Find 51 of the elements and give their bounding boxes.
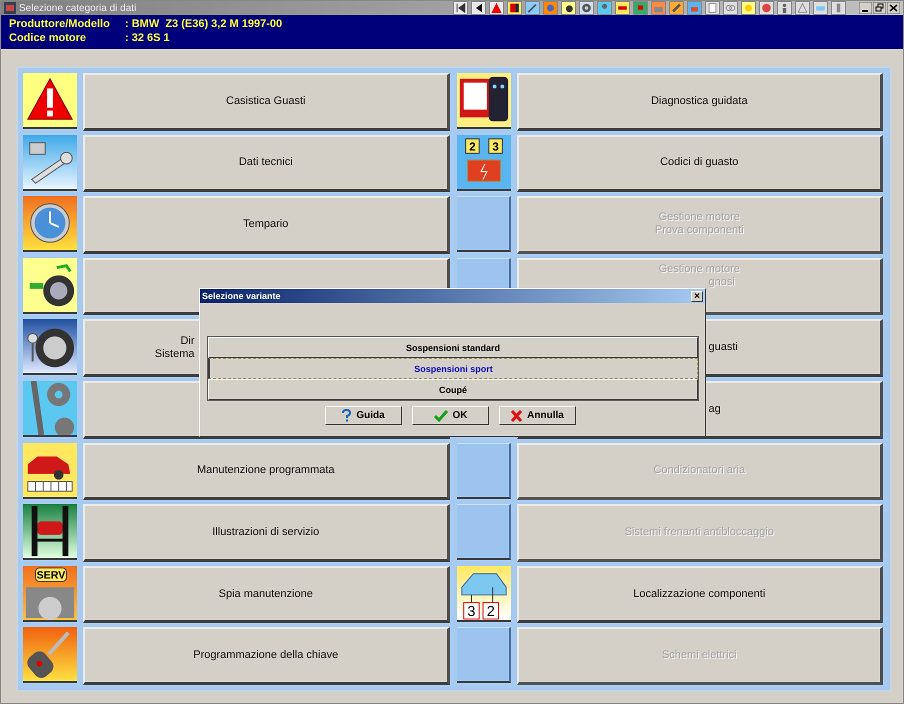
header-value: : BMW Z3 (E36) 3,2 M 1997-00 [125, 17, 282, 31]
help-button[interactable]: Guida [325, 406, 402, 425]
window-title: Selezione categoria di dati [19, 2, 136, 14]
icon-label: SERV [36, 569, 66, 582]
triangle-icon[interactable] [795, 1, 810, 15]
icon-label: 3 [492, 141, 498, 154]
wheel-icon [23, 319, 77, 376]
header-label: Produttore/Modello [9, 17, 111, 31]
variant-option[interactable]: Sospensioni sport [208, 358, 698, 379]
icon-label: 2 [486, 604, 494, 620]
cross-icon [511, 410, 522, 422]
restore-icon[interactable] [873, 2, 886, 14]
watch-icon [23, 196, 77, 252]
category-button[interactable]: Spia manutenzione [83, 566, 450, 624]
dialog-title: Selezione variante [202, 291, 281, 301]
wrench-icon[interactable] [525, 1, 540, 15]
cancel-button[interactable]: Annulla [499, 406, 576, 425]
icon-label: 2 [468, 141, 476, 154]
category-button[interactable]: Illustrazioni di servizio [83, 504, 450, 562]
category-button[interactable]: Codici di guasto [516, 134, 883, 192]
empty-tile [456, 196, 510, 252]
skip-back-icon[interactable] [453, 1, 468, 15]
variant-option[interactable]: Coupé [208, 379, 698, 400]
wheel-icon[interactable] [579, 1, 594, 15]
category-button[interactable]: Casistica Guasti [83, 73, 450, 131]
document-icon[interactable] [705, 1, 720, 15]
back-icon[interactable] [471, 1, 486, 15]
category-button[interactable]: Localizzazione componenti [516, 566, 883, 624]
empty-tile [456, 504, 510, 560]
close-button[interactable]: × [691, 290, 703, 302]
warning-icon [23, 73, 77, 129]
category-button[interactable]: Dati tecnici [83, 134, 450, 192]
warning-icon[interactable] [489, 1, 504, 15]
header-value: : 32 6S 1 [125, 31, 170, 45]
variant-option[interactable]: Sospensioni standard [208, 337, 698, 358]
wrench-icon [23, 134, 77, 191]
check-icon [434, 410, 448, 422]
category-button[interactable]: Tempario [83, 196, 450, 254]
empty-tile [456, 442, 510, 499]
empty-tile [456, 627, 510, 684]
app-icon [4, 2, 16, 14]
category-button[interactable]: Programmazione della chiave [83, 627, 450, 685]
header-label: Codice motore [9, 31, 88, 45]
category-button[interactable]: Manutenzione programmata [83, 442, 450, 500]
question-icon [342, 409, 352, 422]
category-button[interactable]: Diagnostica guidata [516, 73, 883, 131]
diagnostic-tester-icon [456, 73, 510, 129]
minimize-icon[interactable] [859, 2, 872, 14]
close-icon[interactable] [887, 2, 900, 14]
icon-label: 3 [466, 604, 475, 620]
ok-button[interactable]: OK [412, 406, 489, 425]
